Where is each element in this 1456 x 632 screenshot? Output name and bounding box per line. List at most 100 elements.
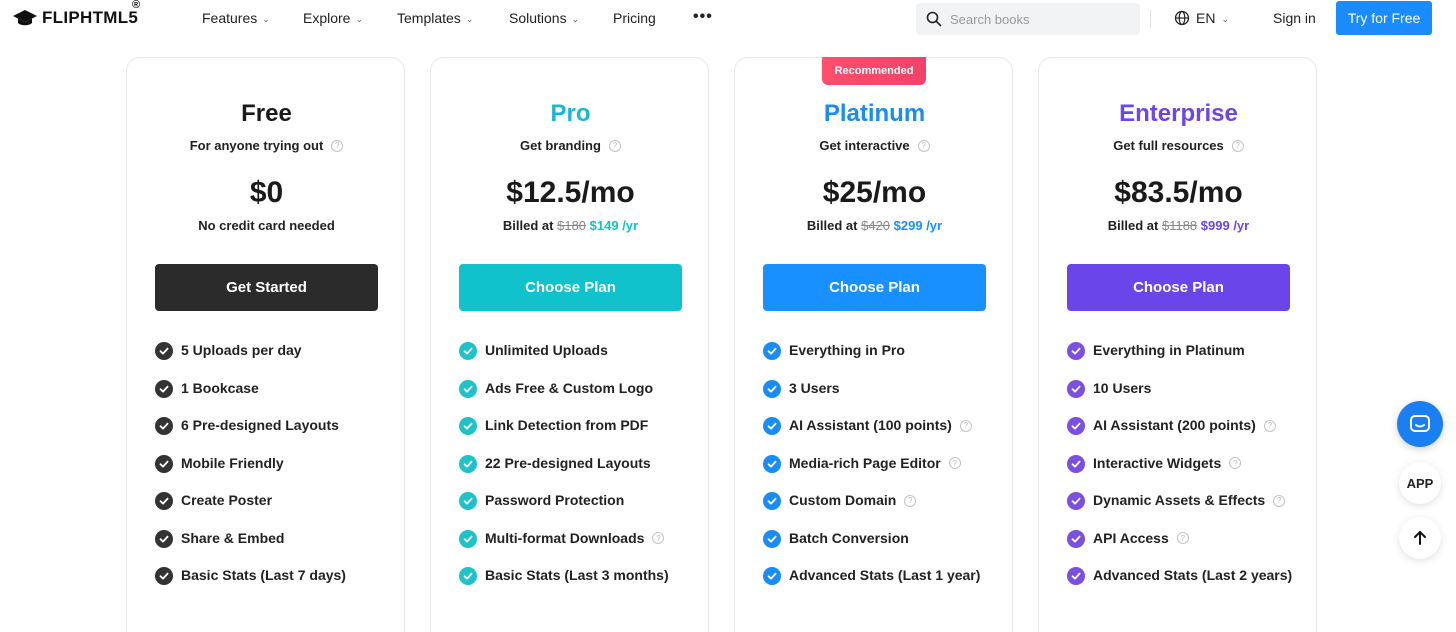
help-icon[interactable]: ? — [1229, 457, 1242, 469]
feature-item: AI Assistant (200 points)? — [1067, 416, 1307, 454]
search-box[interactable] — [916, 3, 1140, 35]
original-price: $1188 — [1161, 218, 1198, 233]
check-icon — [459, 342, 477, 360]
check-icon — [1067, 417, 1085, 435]
feature-label: Custom Domain — [789, 492, 897, 508]
help-icon[interactable]: ? — [917, 139, 930, 152]
recommended-badge: Recommended — [822, 57, 926, 85]
logo-text: FLIPHTML5 — [42, 8, 139, 27]
plan-card-platinum: Platinum Get interactive ? $25/mo Billed… — [734, 57, 1013, 632]
billing-info: Billed at $1188 $999 /yr — [1039, 218, 1318, 233]
search-input[interactable] — [950, 11, 1130, 27]
language-selector[interactable]: EN ⌄ — [1174, 10, 1229, 26]
menu-explore[interactable]: Explore ⌄ — [303, 10, 363, 26]
menu-label: Pricing — [613, 10, 656, 26]
chat-button[interactable] — [1397, 401, 1443, 447]
menu-features[interactable]: Features ⌄ — [202, 10, 270, 26]
chevron-down-icon: ⌄ — [571, 13, 580, 24]
check-icon — [1067, 454, 1085, 473]
discounted-price: $999 /yr — [1200, 218, 1250, 233]
feature-item: Multi-format Downloads? — [459, 529, 699, 567]
feature-item: Batch Conversion — [763, 529, 1003, 567]
logo[interactable]: FLIPHTML5 — [12, 8, 138, 28]
feature-item: Link Detection from PDF — [459, 416, 699, 454]
help-icon[interactable]: ? — [1231, 139, 1244, 152]
check-icon — [459, 379, 477, 398]
back-to-top-button[interactable] — [1399, 517, 1441, 559]
sign-in-link[interactable]: Sign in — [1273, 10, 1316, 26]
discounted-price: $299 /yr — [893, 218, 943, 233]
feature-list: Everything in Platinum 10 Users AI Assis… — [1067, 341, 1307, 604]
feature-item: Advanced Stats (Last 2 years) — [1067, 566, 1307, 604]
feature-label: 6 Pre-designed Layouts — [181, 417, 339, 433]
plan-price: $0 — [249, 176, 284, 209]
billing-info: Billed at $420 $299 /yr — [735, 218, 1014, 233]
plan-card-enterprise: Enterprise Get full resources ? $83.5/mo… — [1038, 57, 1317, 632]
plan-card-free: Free For anyone trying out ? $0 No credi… — [126, 57, 405, 632]
app-button[interactable]: APP — [1399, 462, 1441, 504]
feature-label: Link Detection from PDF — [485, 417, 649, 433]
try-for-free-button[interactable]: Try for Free — [1336, 1, 1432, 35]
price-note: No credit card needed — [198, 218, 335, 233]
check-icon — [763, 379, 781, 398]
choose-plan-button[interactable]: Choose Plan — [459, 264, 682, 311]
language-label: EN — [1196, 10, 1216, 26]
feature-label: Media-rich Page Editor — [789, 454, 941, 471]
choose-plan-button[interactable]: Choose Plan — [1067, 264, 1290, 311]
feature-item: Mobile Friendly — [155, 454, 395, 492]
check-icon — [459, 454, 477, 473]
feature-label: API Access — [1093, 529, 1169, 546]
help-icon[interactable]: ? — [904, 494, 917, 507]
help-icon[interactable]: ? — [608, 139, 621, 152]
help-icon[interactable]: ? — [1263, 419, 1276, 432]
menu-solutions[interactable]: Solutions ⌄ — [509, 10, 579, 26]
check-icon — [763, 342, 781, 360]
chevron-down-icon: ⌄ — [1221, 13, 1229, 24]
feature-label: Basic Stats (Last 7 days) — [181, 567, 346, 583]
check-icon — [1067, 379, 1085, 398]
menu-templates[interactable]: Templates ⌄ — [397, 10, 473, 26]
get-started-button[interactable]: Get Started — [155, 264, 378, 311]
help-icon[interactable]: ? — [948, 457, 961, 469]
feature-label: Unlimited Uploads — [485, 342, 608, 358]
more-menu-icon[interactable]: ••• — [693, 8, 713, 26]
plan-subtitle: Get branding ? — [431, 138, 710, 153]
check-icon — [155, 342, 173, 360]
choose-plan-button[interactable]: Choose Plan — [763, 264, 986, 311]
help-icon[interactable]: ? — [652, 532, 665, 544]
feature-list: 5 Uploads per day 1 Bookcase 6 Pre-desig… — [155, 341, 395, 604]
check-icon — [459, 529, 477, 548]
feature-label: Everything in Pro — [789, 342, 905, 358]
help-icon[interactable]: ? — [331, 139, 344, 152]
plan-name: Enterprise — [1119, 100, 1238, 127]
discounted-price: $149 /yr — [589, 218, 639, 233]
check-icon — [1067, 492, 1085, 510]
help-icon[interactable]: ? — [959, 419, 972, 432]
check-icon — [1067, 567, 1085, 585]
plan-name: Platinum — [823, 100, 926, 127]
help-icon[interactable]: ? — [1176, 532, 1189, 544]
chevron-down-icon: ⌄ — [465, 13, 474, 24]
plan-subtitle: Get interactive ? — [735, 138, 1014, 153]
feature-item: API Access? — [1067, 529, 1307, 567]
feature-label: 22 Pre-designed Layouts — [485, 454, 651, 471]
check-icon — [155, 379, 173, 398]
arrow-up-icon — [1414, 531, 1426, 545]
globe-icon — [1174, 10, 1190, 26]
menu-pricing[interactable]: Pricing — [613, 10, 656, 26]
feature-label: Create Poster — [181, 492, 273, 508]
plan-card-pro: Pro Get branding ? $12.5/mo Billed at $1… — [430, 57, 709, 632]
feature-item: Ads Free & Custom Logo — [459, 379, 699, 417]
feature-item: 22 Pre-designed Layouts — [459, 454, 699, 492]
check-icon — [155, 454, 173, 473]
feature-label: 1 Bookcase — [181, 379, 259, 396]
plan-subtitle-text: Get interactive — [819, 138, 910, 153]
billing-info: Billed at $180 $149 /yr — [431, 218, 710, 233]
feature-label: Basic Stats (Last 3 months) — [485, 567, 669, 583]
feature-item: 10 Users — [1067, 379, 1307, 417]
search-icon — [926, 11, 942, 27]
original-price: $420 — [861, 218, 891, 233]
billed-prefix: Billed at — [806, 218, 858, 233]
top-nav: FLIPHTML5 ® Features ⌄ Explore ⌄ Templat… — [0, 0, 1456, 38]
help-icon[interactable]: ? — [1273, 494, 1286, 507]
